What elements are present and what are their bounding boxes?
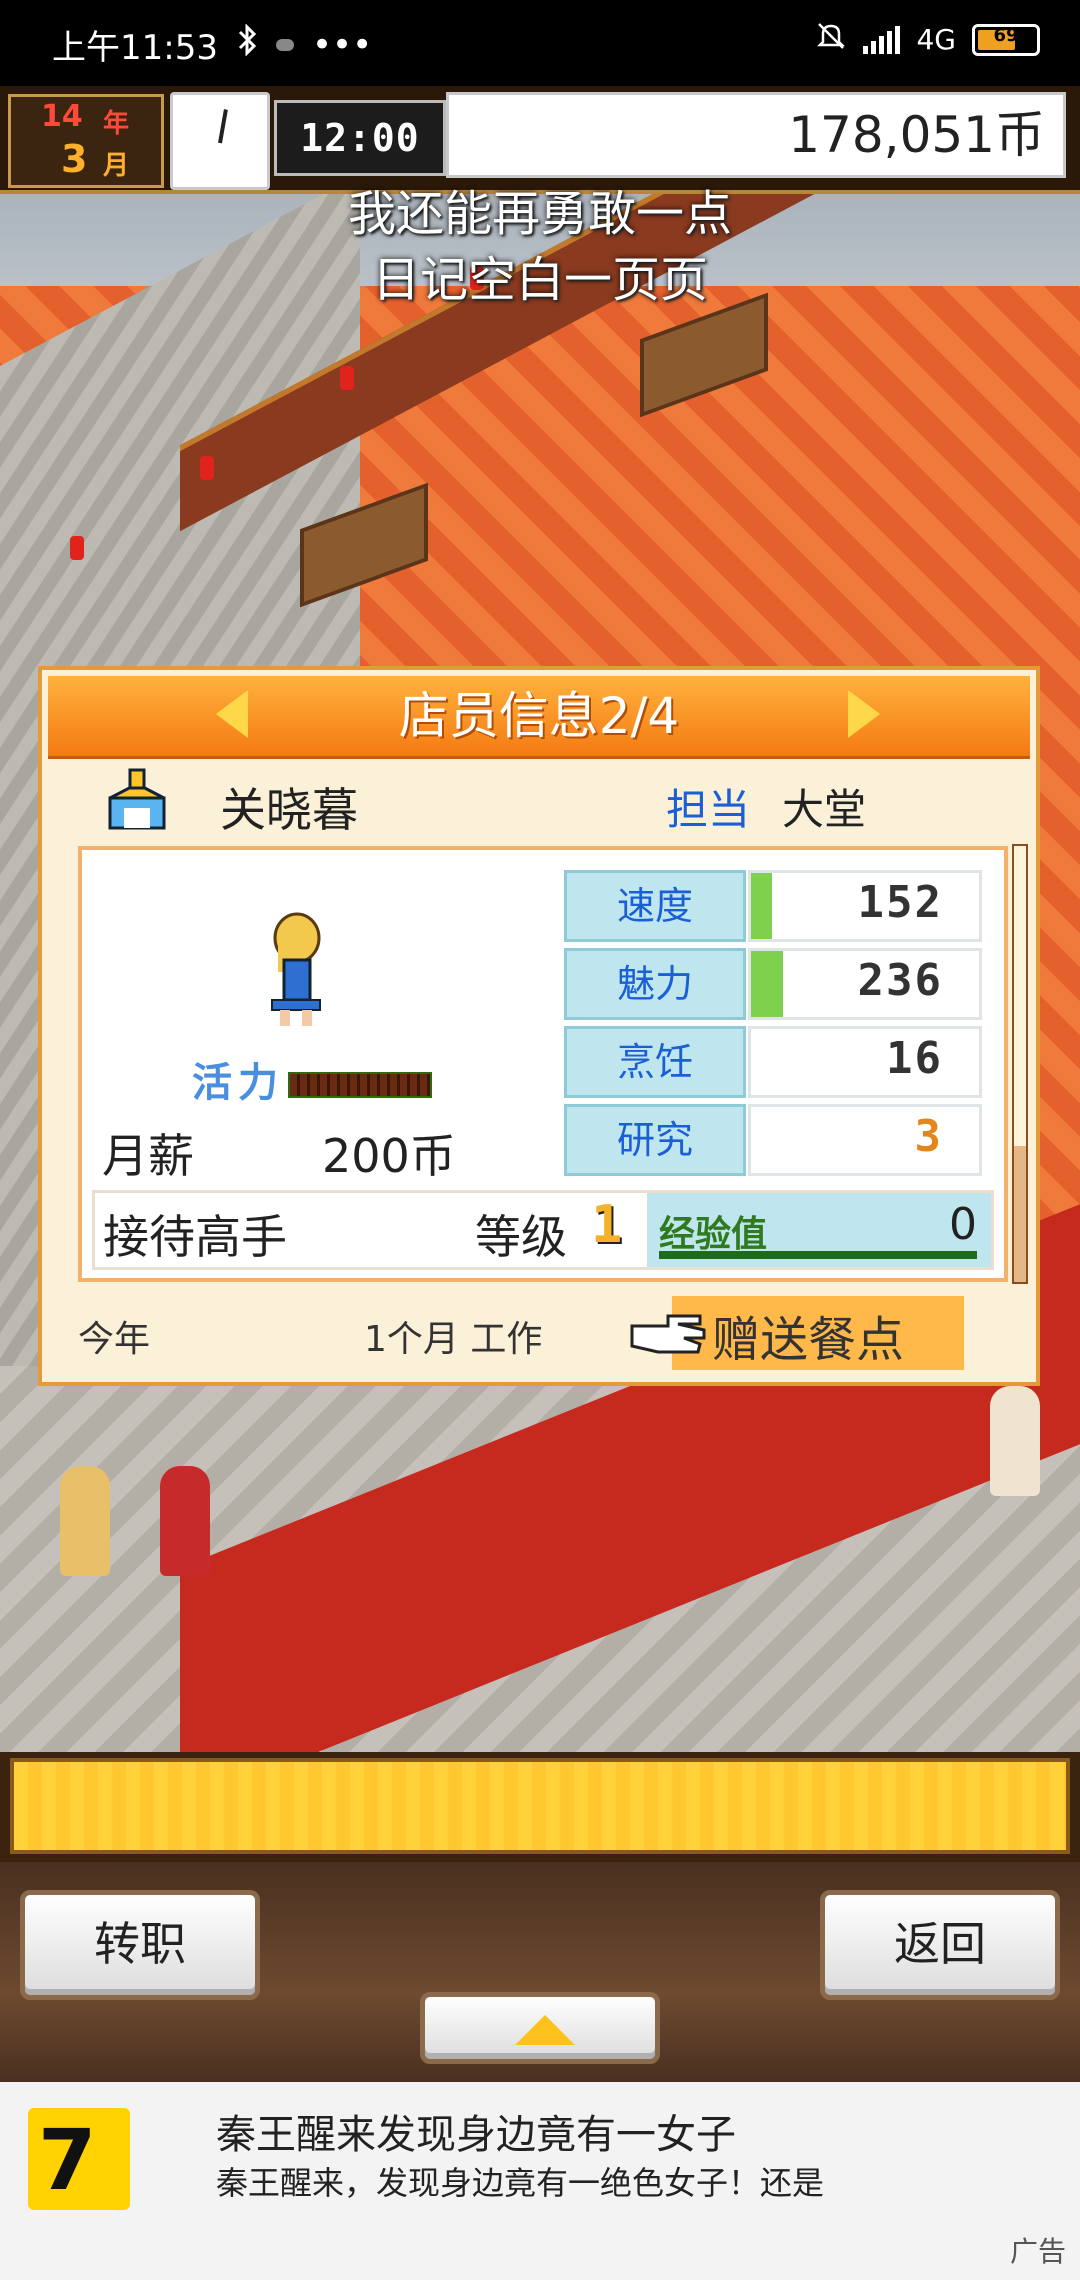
skill-row: 接待高手 等级 1 经验值 0 (92, 1190, 994, 1270)
lantern (70, 536, 84, 560)
status-bar: 上午11:53 ••• 4G 69 (0, 0, 1080, 86)
salary-label: 月薪 (102, 1129, 194, 1183)
stat-bar (751, 873, 772, 939)
stat-value-cell: 3 (748, 1104, 982, 1176)
staff-name: 关晓暮 (220, 783, 358, 837)
back-button[interactable]: 返回 (820, 1890, 1060, 2000)
stat-label: 速度 (564, 870, 746, 942)
ad-title[interactable]: 秦王醒来发现身边竟有一女子 (216, 2102, 736, 2160)
customer-sprite (160, 1466, 210, 1576)
stat-value-cell: 236 (748, 948, 982, 1020)
stat-label: 研究 (564, 1104, 746, 1176)
lantern (340, 366, 354, 390)
year-number: 14 (41, 99, 83, 134)
stat-value: 3 (914, 1111, 943, 1162)
expand-up-button[interactable] (420, 1992, 660, 2064)
salary-value: 200币 (322, 1129, 456, 1183)
role-value: 大堂 (782, 785, 867, 834)
message-bar (0, 1752, 1080, 1862)
stats-table: 速度 152 魅力 236 烹饪 16 研究 3 (564, 870, 984, 1182)
stat-row-cooking: 烹饪 16 (564, 1026, 984, 1102)
staff-avatar (271, 912, 321, 1026)
stat-value: 16 (886, 1033, 943, 1084)
subtitle-line-2: 日记空白一页页 (371, 252, 708, 308)
customer-sprite (60, 1466, 110, 1576)
stat-value: 236 (857, 955, 943, 1006)
stat-label: 魅力 (564, 948, 746, 1020)
up-arrow-icon (515, 2015, 575, 2045)
stat-label: 烹饪 (564, 1026, 746, 1098)
more-icon: ••• (311, 24, 373, 65)
stat-value-cell: 16 (748, 1026, 982, 1098)
level-value: 1 (591, 1195, 623, 1255)
mute-icon (815, 20, 847, 59)
stat-value: 152 (857, 877, 943, 928)
stat-row-charm: 魅力 236 (564, 948, 984, 1024)
battery-level: 69 (993, 24, 1019, 46)
money-display: 178,051币 (446, 92, 1066, 178)
status-time: 上午11:53 (52, 28, 218, 68)
exp-box: 经验值 0 (647, 1193, 991, 1267)
panel-scrollbar[interactable] (1012, 844, 1028, 1284)
signal-icon (863, 25, 901, 54)
year-label: 年 (103, 109, 130, 139)
ad-description[interactable]: 秦王醒来，发现身边竟有一绝色女子！还是 (216, 2158, 824, 2204)
level-label: 等级 (475, 1210, 567, 1264)
pointing-hand-icon (630, 1314, 706, 1354)
lantern (200, 456, 214, 480)
vitality-bar (288, 1072, 432, 1098)
exp-label: 经验值 (659, 1214, 768, 1255)
stat-value-cell: 152 (748, 870, 982, 942)
transfer-job-button[interactable]: 转职 (20, 1890, 260, 2000)
stat-row-research: 研究 3 (564, 1104, 984, 1180)
staff-sprite (990, 1386, 1040, 1496)
battery-icon: 69 (972, 23, 1040, 56)
bottom-controls: 转职 返回 (0, 1862, 1080, 2082)
staff-info-panel: 店员信息2/4 关晓暮 担当 大堂 活力 月薪 200币 速度 152 魅力 2… (38, 666, 1040, 1386)
rank-shop-icon (108, 768, 166, 830)
ad-banner[interactable]: 7 秦王醒来发现身边竟有一女子 秦王醒来，发现身边竟有一绝色女子！还是 广告 (0, 2082, 1080, 2280)
vitality-label: 活力 (192, 1060, 284, 1106)
bluetooth-icon (236, 23, 258, 65)
exp-value: 0 (949, 1199, 977, 1250)
panel-title: 店员信息2/4 (398, 687, 680, 745)
game-time: 12:00 (274, 100, 446, 176)
next-staff-arrow-icon[interactable] (848, 690, 880, 738)
subtitle-line-1: 我还能再勇敢一点 (347, 186, 732, 242)
staff-detail-box: 活力 月薪 200币 速度 152 魅力 236 烹饪 16 研究 3 接待高手… (78, 846, 1008, 1282)
scroll-thumb[interactable] (1014, 846, 1026, 1146)
status-left: 上午11:53 ••• (52, 20, 372, 69)
skill-name: 接待高手 (103, 1210, 287, 1264)
ad-app-logo[interactable]: 7 (28, 2108, 130, 2210)
stat-bar (751, 951, 783, 1017)
panel-header: 店员信息2/4 (48, 676, 1030, 759)
app-icon (275, 38, 294, 51)
ad-label: 广告 (1009, 2235, 1066, 2268)
stat-row-speed: 速度 152 (564, 870, 984, 946)
exp-bar (659, 1251, 977, 1259)
role-label: 担当 (666, 785, 751, 834)
gift-meal-label: 赠送餐点 (712, 1312, 905, 1368)
network-label: 4G (916, 23, 956, 56)
footer-year: 今年 (78, 1319, 151, 1360)
gift-meal-button[interactable]: 赠送餐点 (672, 1296, 964, 1370)
footer-work-duration: 1个月 工作 (364, 1319, 543, 1360)
message-box (10, 1758, 1070, 1854)
status-right: 4G 69 (815, 20, 1040, 59)
dining-table (640, 292, 768, 418)
